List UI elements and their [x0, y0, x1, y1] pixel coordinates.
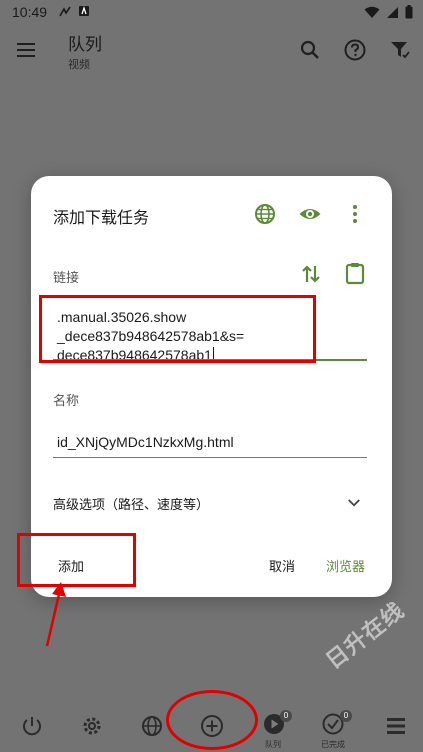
search-icon[interactable]	[298, 38, 322, 62]
name-label: 名称	[53, 394, 80, 409]
queue-label: 队列	[265, 740, 281, 749]
status-notification-icons	[58, 5, 90, 19]
app-notification-icon	[79, 5, 89, 16]
status-system-icons	[364, 5, 413, 19]
signal-off-icon	[59, 6, 71, 17]
globe-icon[interactable]	[253, 202, 277, 226]
name-input[interactable]: id_XNjQyMDc1NzkxMg.html	[57, 434, 234, 450]
browser-globe-icon[interactable]	[140, 714, 164, 738]
browser-button[interactable]: 浏览器	[326, 556, 365, 575]
power-icon[interactable]	[20, 714, 44, 738]
battery-icon	[405, 5, 413, 19]
add-button-highlight-box	[17, 533, 136, 587]
bottom-navigation: 0 队列 0 已完成	[0, 700, 423, 752]
menu-icon[interactable]	[14, 38, 38, 62]
title-block: 队列 视频	[68, 30, 102, 72]
queue-badge: 0	[280, 710, 292, 722]
page-title: 队列	[68, 35, 102, 55]
page-subtitle: 视频	[68, 58, 90, 71]
advanced-options-toggle[interactable]: 高级选项（路径、速度等）	[53, 494, 209, 513]
help-icon[interactable]	[343, 38, 367, 62]
status-bar: 10:49	[0, 0, 423, 24]
completed-label: 已完成	[321, 740, 345, 749]
link-label: 链接	[53, 271, 80, 286]
arrow-annotation	[45, 582, 66, 647]
cancel-button[interactable]: 取消	[269, 556, 295, 575]
eye-icon[interactable]	[298, 202, 322, 226]
swap-vertical-icon[interactable]	[299, 262, 323, 286]
url-highlight-box	[39, 295, 316, 363]
add-circle-icon[interactable]	[200, 714, 224, 738]
clipboard-icon[interactable]	[343, 261, 367, 285]
more-options-icon[interactable]	[343, 202, 367, 226]
signal-icon	[387, 6, 398, 18]
wifi-icon	[364, 6, 380, 18]
chevron-down-icon[interactable]	[345, 494, 363, 512]
dialog-title: 添加下载任务	[53, 208, 150, 227]
filter-icon[interactable]	[388, 38, 412, 62]
watermark-text: 日升在线	[321, 598, 410, 675]
app-bar: 队列 视频	[0, 24, 423, 80]
name-input-underline	[53, 457, 367, 458]
settings-icon[interactable]	[80, 714, 104, 738]
status-time: 10:49	[12, 4, 48, 20]
more-nav-icon[interactable]	[384, 714, 408, 738]
completed-badge: 0	[340, 710, 352, 722]
